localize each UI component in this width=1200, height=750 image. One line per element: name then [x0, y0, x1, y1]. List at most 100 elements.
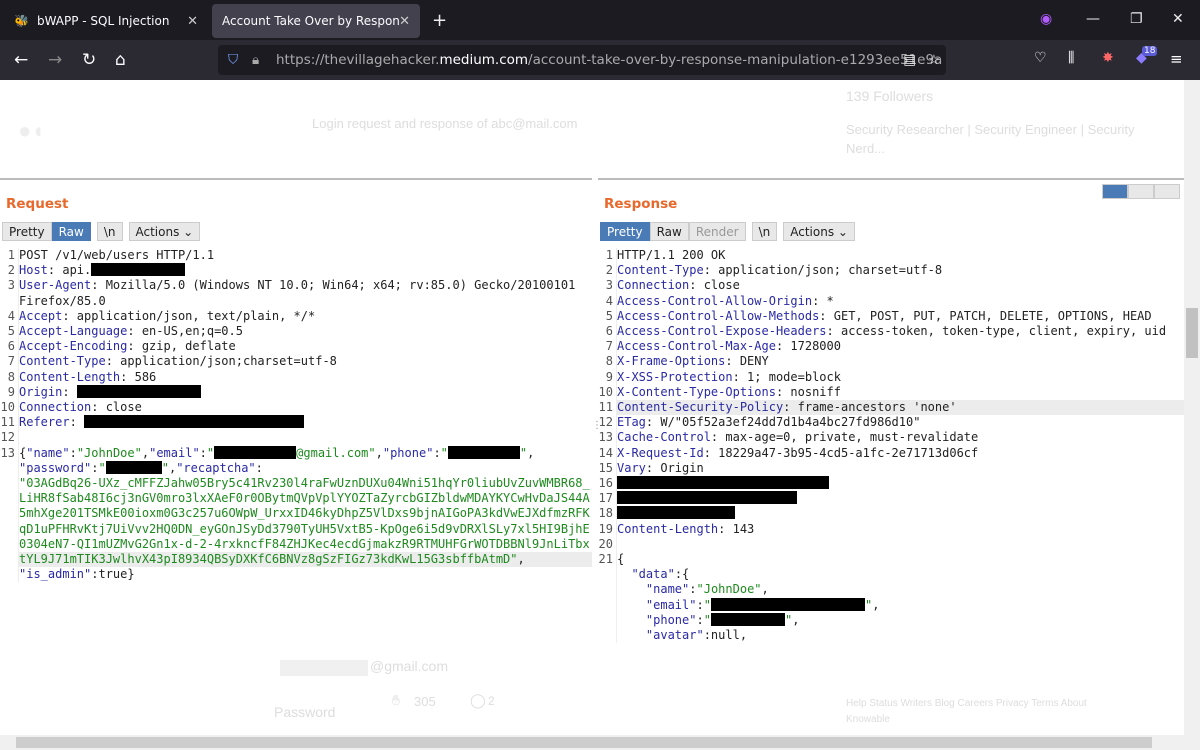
code-text: : Mozilla/5.0 (Windows NT 10.0; Win64; x… [91, 278, 576, 293]
code-string: " [703, 612, 711, 627]
code-text: Firefox/85.0 [19, 293, 106, 308]
code-text: : application/json, text/plain, */* [62, 308, 316, 323]
home-icon[interactable]: ⌂ [115, 50, 126, 70]
code-text: : [62, 384, 77, 399]
close-tab-icon[interactable]: ✕ [399, 14, 410, 29]
line-content: { [616, 552, 1184, 568]
horizontal-scrollbar[interactable] [0, 735, 1200, 750]
pocket-icon[interactable]: ♡ [1034, 50, 1047, 66]
code-line: 15 Vary: Origin [598, 460, 1184, 477]
line-number: 12 [598, 415, 613, 430]
vertical-scrollbar[interactable] [1184, 80, 1200, 735]
code-line: 8 X-Frame-Options: DENY [598, 354, 1184, 370]
code-line: 9 Origin: [0, 384, 592, 401]
minimize-button[interactable]: — [1086, 11, 1100, 27]
redacted-value [214, 445, 297, 459]
render-tab[interactable]: Render [688, 222, 746, 241]
scrollbar-thumb[interactable] [16, 737, 1152, 748]
code-text: : application/json;charset=utf-8 [105, 354, 337, 369]
line-number: 15 [598, 460, 613, 475]
raw-tab[interactable]: Raw [649, 222, 689, 241]
code-line: 7 Content-Type: application/json;charset=… [0, 354, 592, 370]
code-text: :{ [674, 567, 690, 582]
code-text: : 1728000 [775, 339, 841, 354]
back-button[interactable]: ← [14, 50, 28, 70]
reader-view-icon[interactable]: ▤ [903, 52, 916, 68]
new-tab-button[interactable]: + [432, 10, 447, 31]
code-text: : close [689, 278, 740, 293]
line-number: 9 [7, 384, 15, 399]
line-number: 2 [7, 263, 15, 278]
code-text: : [689, 582, 697, 597]
bookmark-star-icon[interactable]: ☆ [928, 52, 940, 68]
code-text: POST /v1/web/users HTTP/1.1 [19, 248, 215, 262]
line-number: 5 [605, 308, 613, 323]
code-string: 5mhXge201TSMkE00ioxm0G3c257u6OWpW_UrxxID… [19, 506, 590, 521]
raw-tab[interactable]: Raw [51, 222, 91, 241]
pretty-tab[interactable]: Pretty [600, 222, 650, 241]
tabbed-layout-button[interactable] [1154, 184, 1180, 199]
reload-button[interactable]: ↻ [82, 50, 96, 70]
restore-button[interactable]: ❐ [1130, 11, 1143, 27]
newline-toggle[interactable]: \n [96, 222, 123, 241]
line-content: "email":" ", [616, 597, 1184, 613]
actions-dropdown[interactable]: Actions ⌄ [128, 222, 201, 241]
extension-icon[interactable]: ✸ [1102, 50, 1114, 66]
code-text: : frame-ancestors 'none' [783, 400, 957, 415]
stacked-layout-button[interactable] [1128, 184, 1154, 199]
line-content [616, 476, 1184, 492]
code-line: "03AGdBq26-UXz_cMFFZJahw05Bry5c41Rv230l4… [0, 476, 592, 492]
tab-medium-article[interactable]: Account Take Over by Response Ma✕ [212, 4, 420, 38]
code-key: Cache-Control [617, 430, 711, 445]
line-content: Origin: [18, 384, 592, 401]
shield-icon[interactable]: ⛉ [228, 52, 238, 68]
line-content: Accept-Encoding: gzip, deflate [18, 339, 592, 355]
code-key: "email" [645, 597, 697, 612]
line-number [598, 567, 616, 582]
code-text: :null, [703, 628, 748, 643]
code-string: " [98, 460, 106, 475]
line-number [598, 613, 616, 628]
code-text: , [761, 582, 769, 597]
code-text: : en-US,en;q=0.5 [127, 324, 243, 339]
line-content [616, 491, 1184, 507]
scrollbar-thumb[interactable] [1186, 308, 1198, 358]
line-content: Access-Control-Allow-Origin: * [616, 293, 1184, 309]
forward-button[interactable]: → [48, 50, 62, 70]
code-string: qD1uPFHRvKtj7UiVvv2HQ0DN_eyGOnJSyDd3790T… [19, 521, 590, 536]
code-text: , [872, 597, 880, 612]
url-bar[interactable]: ⛉ 🔒︎ https://thevillagehacker. medium.com… [218, 45, 946, 75]
line-content: Firefox/85.0 [18, 293, 592, 309]
line-number: 1 [7, 248, 15, 262]
response-editor[interactable]: 1 HTTP/1.1 200 OK 2 Content-Type: applicati… [598, 248, 1184, 644]
code-line: 18 [598, 506, 1184, 522]
line-content: 0304eN7-QI1mUZMvG2Gn1x-d-2-4rxkncfF84ZHJ… [18, 536, 592, 553]
pretty-tab[interactable]: Pretty [2, 222, 52, 241]
code-line: 10 X-Content-Type-Options: nosniff [598, 384, 1184, 401]
code-text: : 586 [120, 369, 157, 384]
redacted-value [617, 506, 735, 520]
actions-dropdown[interactable]: Actions ⌄ [783, 222, 855, 241]
code-string: "03AGdBq26-UXz_cMFFZJahw05Bry5c41Rv230l4… [19, 476, 590, 491]
menu-icon[interactable]: ≡ [1170, 50, 1183, 68]
request-editor[interactable]: 1 POST /v1/web/users HTTP/1.1 2 Host: api. 3… [0, 248, 592, 583]
close-window-button[interactable]: ✕ [1172, 11, 1184, 27]
clap-icon[interactable]: ✋︎ [392, 692, 400, 709]
newline-toggle[interactable]: \n [751, 222, 778, 241]
code-line: 5mhXge201TSMkE00ioxm0G3c257u6OWpW_UrxxID… [0, 506, 592, 522]
side-by-side-layout-button[interactable] [1102, 184, 1128, 199]
code-key: X-XSS-Protection [617, 369, 733, 384]
code-key: Referer [19, 415, 70, 430]
redacted-block [280, 660, 368, 676]
line-number: 7 [605, 339, 613, 354]
line-content: "03AGdBq26-UXz_cMFFZJahw05Bry5c41Rv230l4… [18, 476, 592, 492]
tab-bwapp[interactable]: 🐝 bWAPP - SQL Injection ✕ [4, 4, 208, 38]
code-line: "email":" ", [598, 597, 1184, 613]
close-tab-icon[interactable]: ✕ [187, 14, 198, 29]
lock-icon: 🔒︎ [252, 52, 260, 68]
comment-icon[interactable]: ◯ [470, 692, 486, 709]
line-number: 8 [7, 369, 15, 384]
library-icon[interactable]: ⫼ [1068, 50, 1074, 66]
code-line: 8 Content-Length: 586 [0, 369, 592, 385]
